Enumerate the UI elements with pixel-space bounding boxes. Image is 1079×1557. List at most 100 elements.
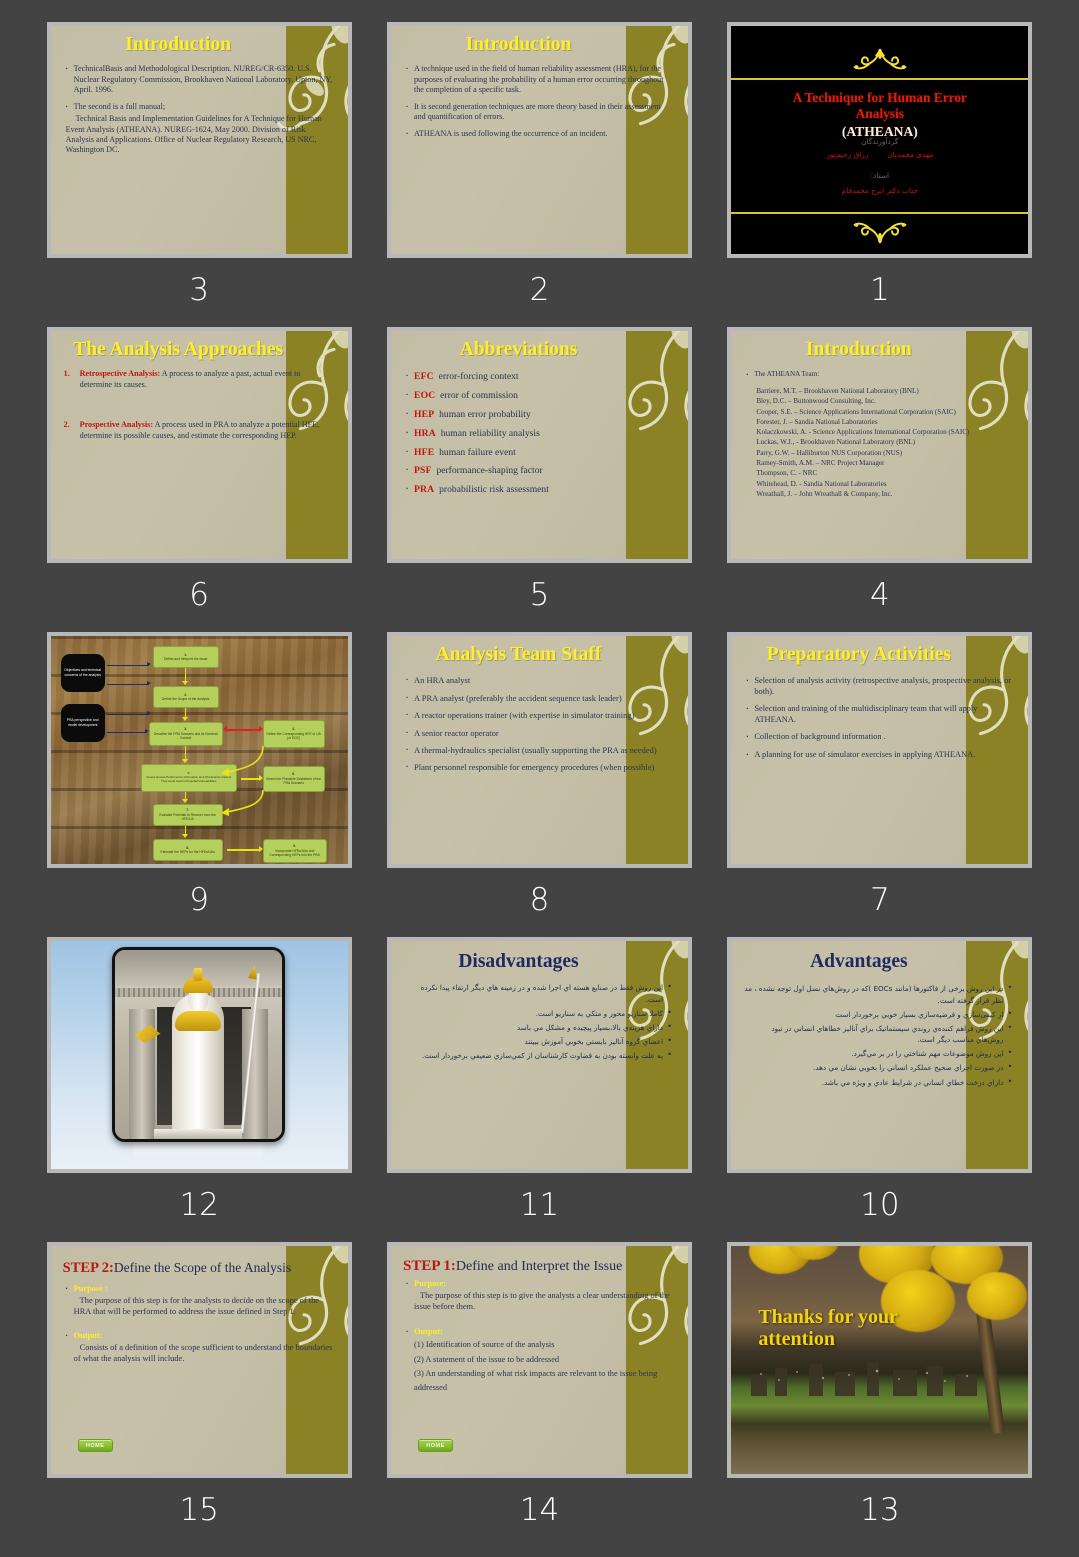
gold-breastplate xyxy=(175,1011,222,1031)
abbrev-key: HFE xyxy=(413,446,435,458)
slide-title: STEP 2:Define the Scope of the Analysis xyxy=(51,1246,348,1276)
slide-thumbnail-8[interactable]: Analysis Team Staff An HRA analyst A PRA… xyxy=(386,632,692,868)
list-item: Purpose : xyxy=(64,1281,334,1296)
home-button[interactable]: HOME xyxy=(77,1439,113,1452)
purpose-text: The purpose of this step is to give the … xyxy=(413,1291,670,1311)
slide-body: Purpose: The purpose of this step is to … xyxy=(391,1275,688,1395)
slide-body: Purpose : The purpose of this step is fo… xyxy=(51,1276,348,1365)
list-item: PRA probabilistic risk assessment xyxy=(404,481,674,497)
step-text: Estimate the HEPs for the HFEs/UAs xyxy=(160,850,215,854)
slide-number: 13 xyxy=(860,1492,900,1528)
title-line-2: Analysis xyxy=(855,106,905,122)
slide-body: Selection of analysis activity (retrospe… xyxy=(731,665,1028,762)
arrow-3-to-4 xyxy=(226,729,261,731)
flourish-ornament-bottom-icon xyxy=(853,222,907,244)
slide-thumbnail-7[interactable]: Preparatory Activities Selection of anal… xyxy=(727,632,1033,868)
slide-thumbnail-4[interactable]: Introduction The ATHEANA Team: Barriere,… xyxy=(727,327,1033,563)
slide-cell-3: Introduction TechnicalBasis and Methodol… xyxy=(40,22,358,327)
arrow-6-to-7-curve xyxy=(220,789,264,816)
slide-cell-10: Advantages در این روش برخی از فاکتورها (… xyxy=(721,937,1039,1242)
output-text: Consists of a definition of the scope su… xyxy=(73,1343,333,1363)
list-item: A thermal-hydraulics specialist (usually… xyxy=(404,742,674,757)
arrow-8-to-9 xyxy=(226,849,261,851)
arrow-objectives-to-1 xyxy=(106,665,149,667)
statue-base xyxy=(154,1129,243,1139)
thanks-line-2: attention xyxy=(758,1328,835,1351)
list-item: Forester, J. – Sandia National Laborator… xyxy=(756,417,878,426)
slide-cell-5: Abbreviations EFC error-forcing context … xyxy=(380,327,698,632)
arrowhead-icon xyxy=(258,846,263,852)
title-line-1: A Technique for Human Error xyxy=(792,90,967,105)
output-list: (1) Identification of source of the anal… xyxy=(404,1338,674,1395)
slide-thumbnail-14[interactable]: STEP 1:Define and Interpret the Issue Pu… xyxy=(386,1242,692,1478)
slide-number: 15 xyxy=(179,1492,219,1528)
slide-number: 9 xyxy=(189,882,210,918)
list-item: The ATHEANA Team: xyxy=(744,367,1014,382)
slide-number: 2 xyxy=(529,272,550,308)
step-text: Define the Scope of the Analysis xyxy=(161,697,210,701)
helmet-crest xyxy=(193,968,203,981)
slide-thumbnail-9[interactable]: Objectives and technical concerns of the… xyxy=(46,632,352,868)
flow-step-6: 6. Search for Plausible Deviations of the… xyxy=(262,766,325,792)
author-2: رزاق رحیم‌پور xyxy=(826,150,869,159)
slide-thumbnail-10[interactable]: Advantages در این روش برخی از فاکتورها (… xyxy=(727,937,1033,1173)
abbrev-key: HRA xyxy=(413,427,436,439)
list-item: A planning for use of simulator exercise… xyxy=(744,747,1014,762)
slide-cell-9: Objectives and technical concerns of the… xyxy=(40,632,358,937)
presentation-title: A Technique for Human Error Analysis (AT… xyxy=(731,90,1028,140)
list-item: 1. Retrospective Analysis: A process to … xyxy=(64,369,334,390)
arrow-pra-to-3 xyxy=(106,732,147,734)
step-label: STEP 2: xyxy=(62,1260,114,1276)
abbrev-key: PRA xyxy=(413,484,435,496)
abbrev-meaning: human error probability xyxy=(439,409,531,420)
purpose-label: Purpose: xyxy=(413,1279,447,1289)
slide-number: 10 xyxy=(860,1187,900,1223)
slide-body: در این روش برخی از فاکتورها (مانند EOCs … xyxy=(731,972,1028,1088)
slide-thumbnail-1[interactable]: A Technique for Human Error Analysis (AT… xyxy=(727,22,1033,258)
slide-number: 11 xyxy=(519,1187,560,1223)
list-item: The second is a full manual; xyxy=(64,99,334,115)
slide-thumbnail-12[interactable] xyxy=(46,937,352,1173)
slide-number: 3 xyxy=(189,272,210,308)
slide-thumbnail-5[interactable]: Abbreviations EFC error-forcing context … xyxy=(386,327,692,563)
flow-step-3: 3. Describe the PRA Scenario and its Nomi… xyxy=(148,722,223,746)
abbrev-meaning: error-forcing context xyxy=(438,371,519,383)
slide-thumbnail-3[interactable]: Introduction TechnicalBasis and Methodol… xyxy=(46,22,352,258)
list-item: Ramey-Smith, A.M. – NRC Project Manager xyxy=(756,459,885,468)
arrowhead-icon xyxy=(181,759,188,763)
slide-number: 4 xyxy=(869,577,890,613)
slide-cell-15: STEP 2:Define the Scope of the Analysis … xyxy=(40,1242,358,1547)
body-paragraph: Technical Basis and Implementation Guide… xyxy=(65,114,322,155)
flourish-ornament-top-icon xyxy=(853,48,907,70)
slide-thumbnail-6[interactable]: The Analysis Approaches 1. Retrospective… xyxy=(46,327,352,563)
slide-body: The ATHEANA Team: Barriere, M.T. – Brook… xyxy=(731,360,1028,499)
list-item: این روش فقط در صنایع هسته اي اجرا شده و … xyxy=(404,981,672,1004)
slide-thumbnail-11[interactable]: Disadvantages این روش فقط در صنایع هسته … xyxy=(386,937,692,1173)
step-text: Incorporate HFEs/UAs and Corresponding H… xyxy=(269,848,320,858)
flow-step-8: 8. Estimate the HEPs for the HFEs/UAs xyxy=(152,839,223,861)
list-item: TechnicalBasis and Methodological Descri… xyxy=(64,61,334,95)
slide-thumbnail-13[interactable]: Thanks for your attention xyxy=(727,1242,1033,1478)
abbrev-key: EFC xyxy=(413,371,434,383)
slide-thumbnail-2[interactable]: Introduction A technique used in the fie… xyxy=(386,22,692,258)
arrow-4-to-5-curve xyxy=(220,745,264,776)
arrow-pra-to-2 xyxy=(106,714,149,716)
step-text: Evaluate Potential to Recover from the H… xyxy=(159,812,216,822)
advisor-label: استاد: xyxy=(870,171,890,180)
list-item: ATHEANA is used following the occurrence… xyxy=(404,126,674,142)
arrowhead-icon xyxy=(146,662,151,667)
slide-number: 14 xyxy=(519,1492,560,1528)
author-names: مهدی محمدیان رزاق رحیم‌پور xyxy=(731,150,1028,159)
flow-step-9: 9. Incorporate HFEs/UAs and Corresponding… xyxy=(262,839,327,863)
statue-photo xyxy=(111,947,285,1142)
slide-thumbnail-15[interactable]: STEP 2:Define the Scope of the Analysis … xyxy=(46,1242,352,1478)
item-number: 1. xyxy=(63,369,70,379)
slide-title: STEP 1:Define and Interpret the Issue xyxy=(391,1246,688,1275)
slide-cell-6: The Analysis Approaches 1. Retrospective… xyxy=(40,327,358,632)
input-box-objectives: Objectives and technical concerns of the… xyxy=(60,654,105,692)
list-item: An HRA analyst xyxy=(404,673,674,688)
abbrev-meaning: human failure event xyxy=(439,446,516,458)
slide-title: Introduction xyxy=(805,339,912,360)
slide-title: Advantages xyxy=(810,951,908,972)
home-button[interactable]: HOME xyxy=(417,1439,453,1452)
